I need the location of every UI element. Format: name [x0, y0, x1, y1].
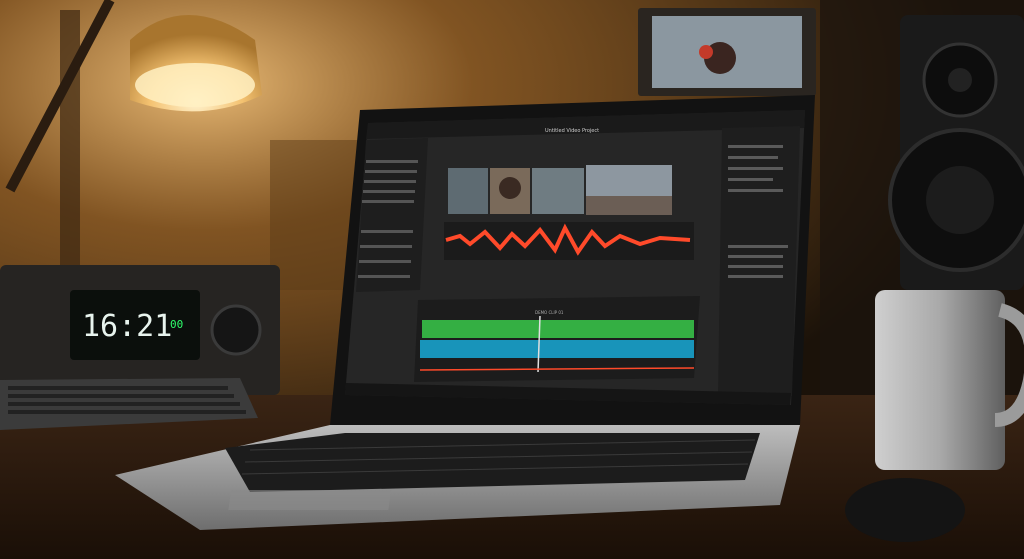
thumbnail-2-face	[499, 177, 521, 199]
volume-knob	[210, 304, 262, 356]
thumbnail-3	[532, 168, 584, 214]
coffee-mug	[875, 290, 1005, 470]
photo-scene: 16:21 00 Untitled Video Project DEMO CLI…	[0, 0, 1024, 559]
scene-svg: 16:21 00 Untitled Video Project DEMO CLI…	[0, 0, 1024, 559]
waveform-blue	[420, 340, 694, 358]
waveform-green	[422, 320, 694, 338]
thumbnail-1	[448, 168, 488, 214]
trackpad	[228, 490, 392, 510]
tv-figure-red	[699, 45, 713, 59]
mouse	[845, 478, 965, 542]
properties-panel	[718, 126, 800, 398]
speaker-woofer-cone	[926, 166, 994, 234]
speaker-tweeter-cap	[948, 68, 972, 92]
clock-time: 16:21	[82, 309, 172, 344]
clock-extra: 00	[170, 318, 183, 331]
timeline-label: DEMO CLIP 01	[535, 310, 564, 315]
lamp-light	[135, 63, 255, 107]
editor-title: Untitled Video Project	[545, 128, 599, 134]
shelf-post	[60, 10, 80, 270]
thumbnail-4-road	[586, 196, 672, 215]
